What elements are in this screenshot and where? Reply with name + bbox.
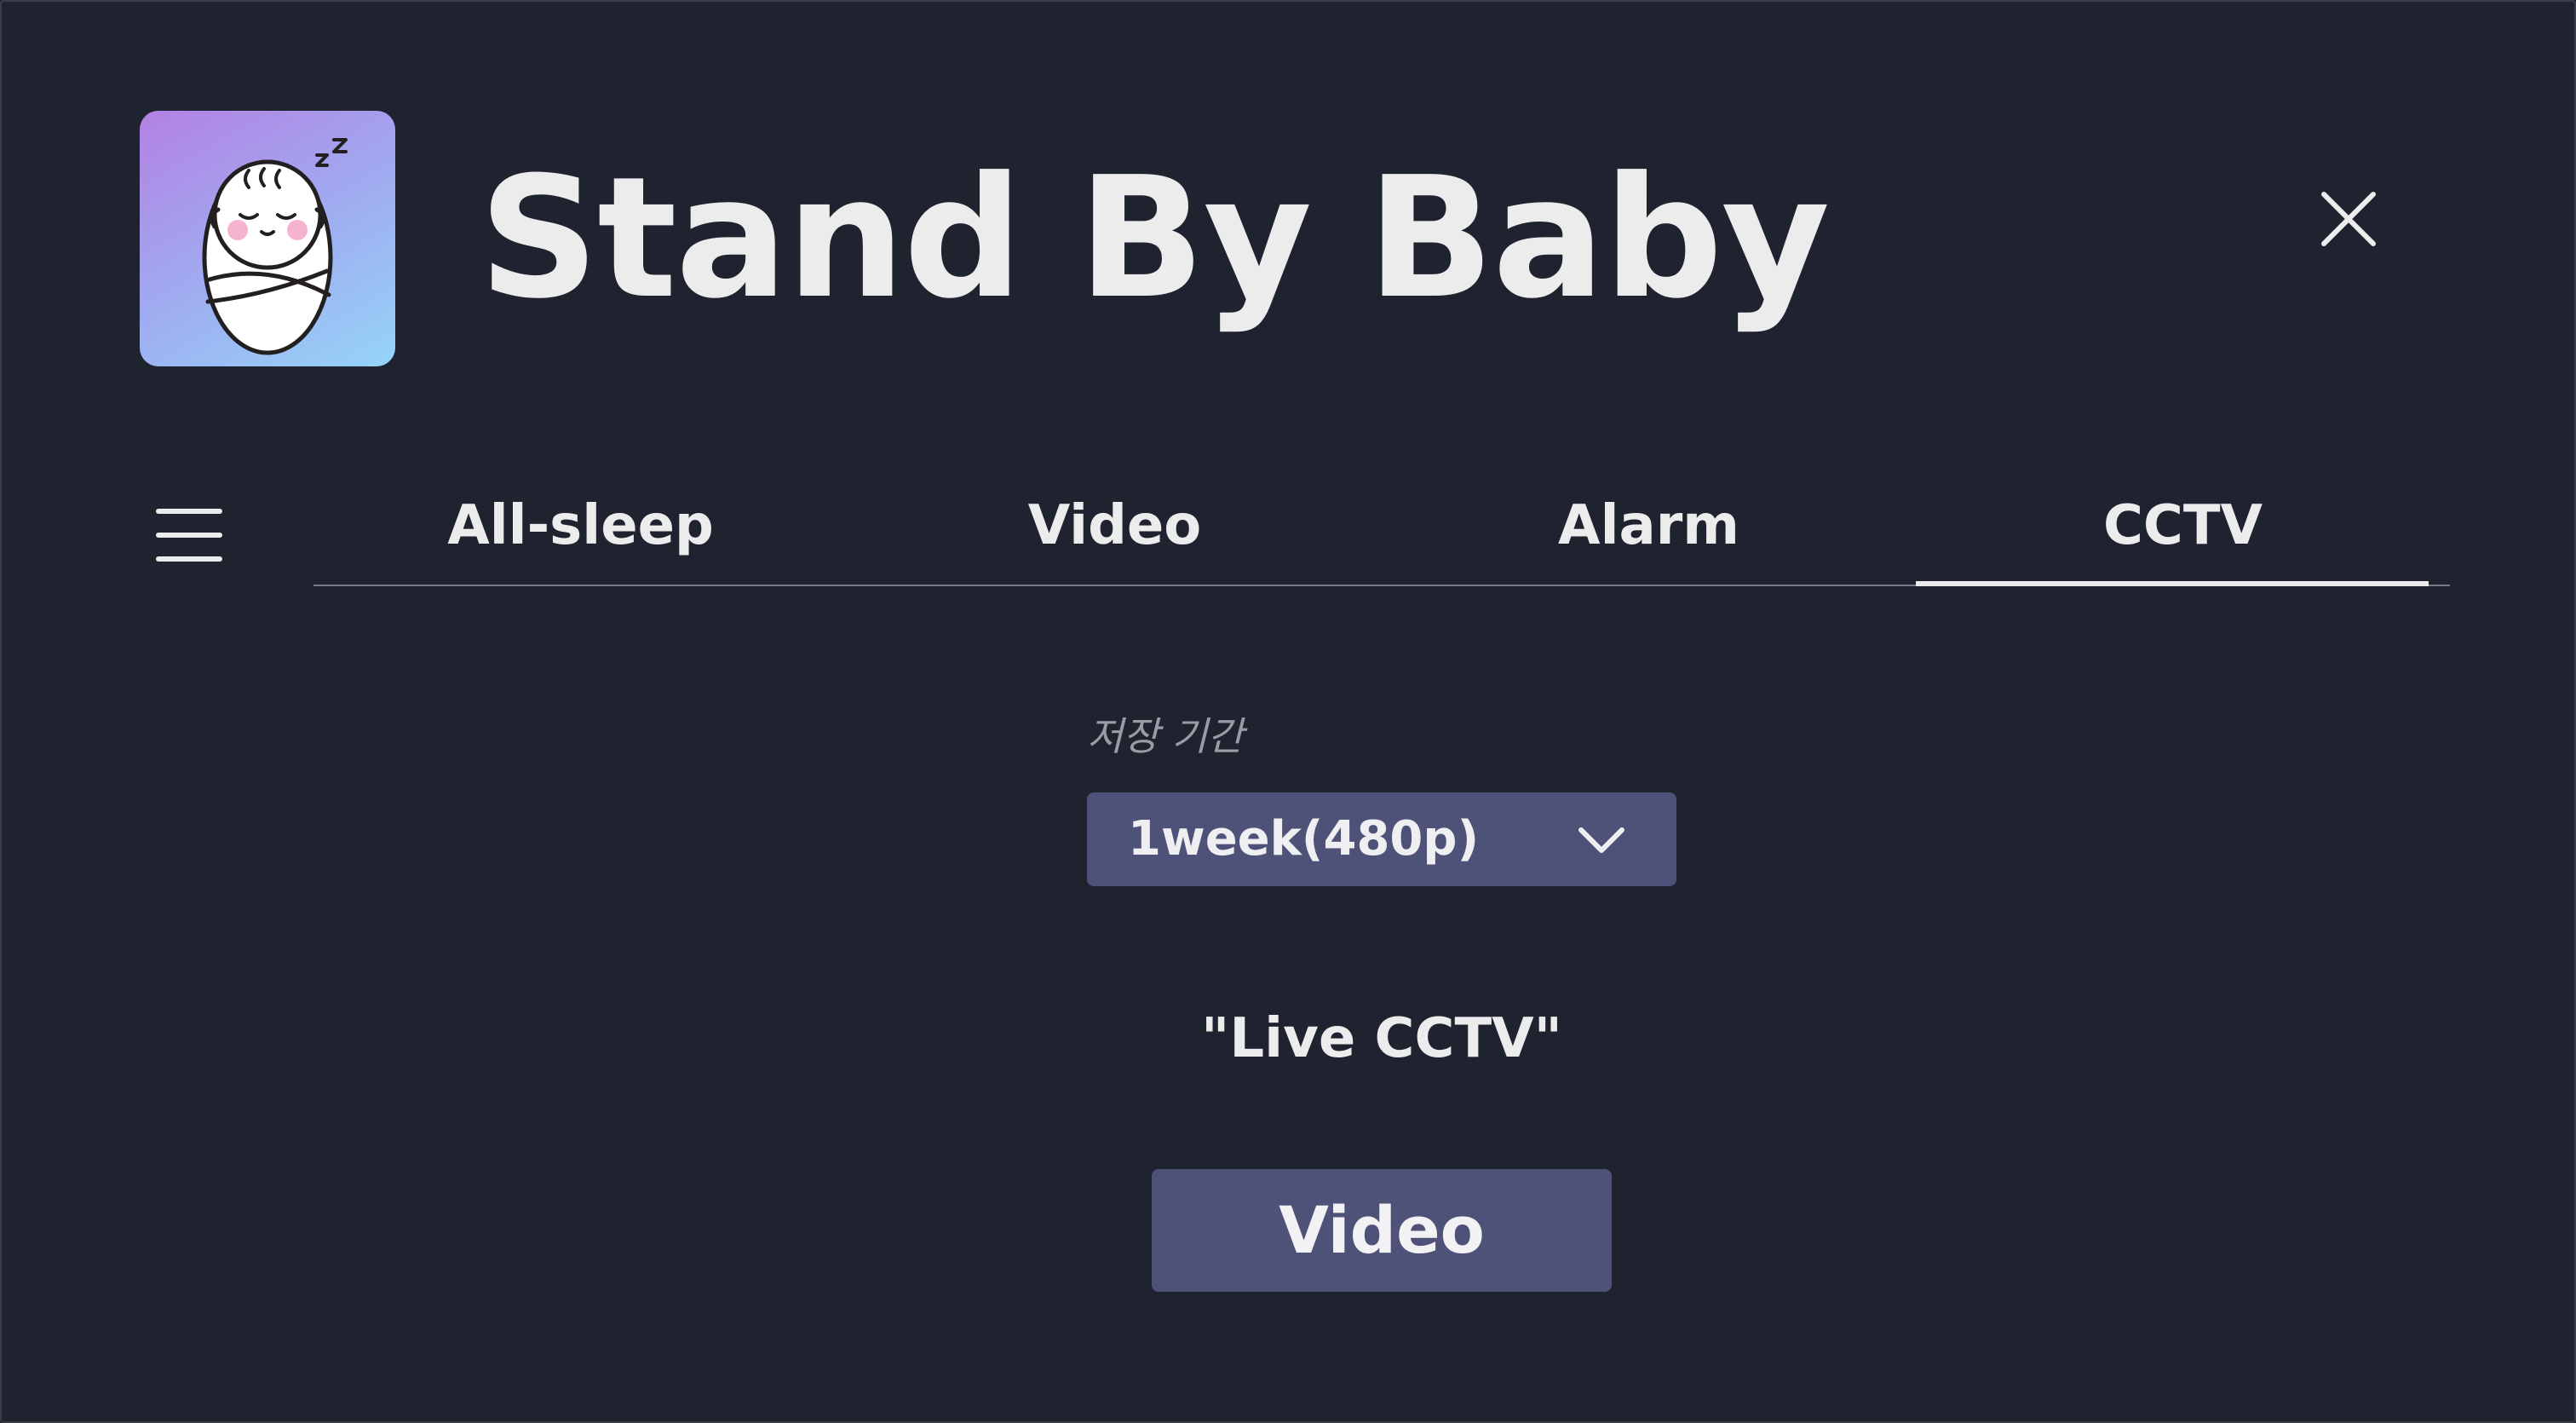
- app-window: Stand By Baby All-sleep Video Alarm CCTV…: [0, 0, 2576, 1423]
- hamburger-menu-icon: [156, 509, 222, 562]
- video-button[interactable]: Video: [1152, 1169, 1612, 1292]
- storage-period-label: 저장 기간: [1087, 713, 1244, 759]
- sleeping-baby-icon: [202, 138, 348, 355]
- menu-button[interactable]: [148, 501, 227, 569]
- app-title: Stand By Baby: [479, 141, 1830, 336]
- tab-all-sleep[interactable]: All-sleep: [313, 479, 848, 585]
- live-cctv-label: "Live CCTV": [1201, 1007, 1562, 1070]
- storage-period-value: 1week(480p): [1128, 811, 1480, 867]
- close-icon: [2321, 192, 2376, 246]
- chevron-down-icon: [1574, 813, 1629, 867]
- app-logo: [140, 111, 395, 366]
- tab-bar: All-sleep Video Alarm CCTV: [313, 479, 2450, 586]
- tab-cctv[interactable]: CCTV: [1916, 479, 2450, 586]
- tab-video[interactable]: Video: [848, 479, 1382, 585]
- close-button[interactable]: [2302, 172, 2395, 266]
- tab-alarm[interactable]: Alarm: [1382, 479, 1916, 585]
- storage-period-select[interactable]: 1week(480p): [1087, 792, 1676, 886]
